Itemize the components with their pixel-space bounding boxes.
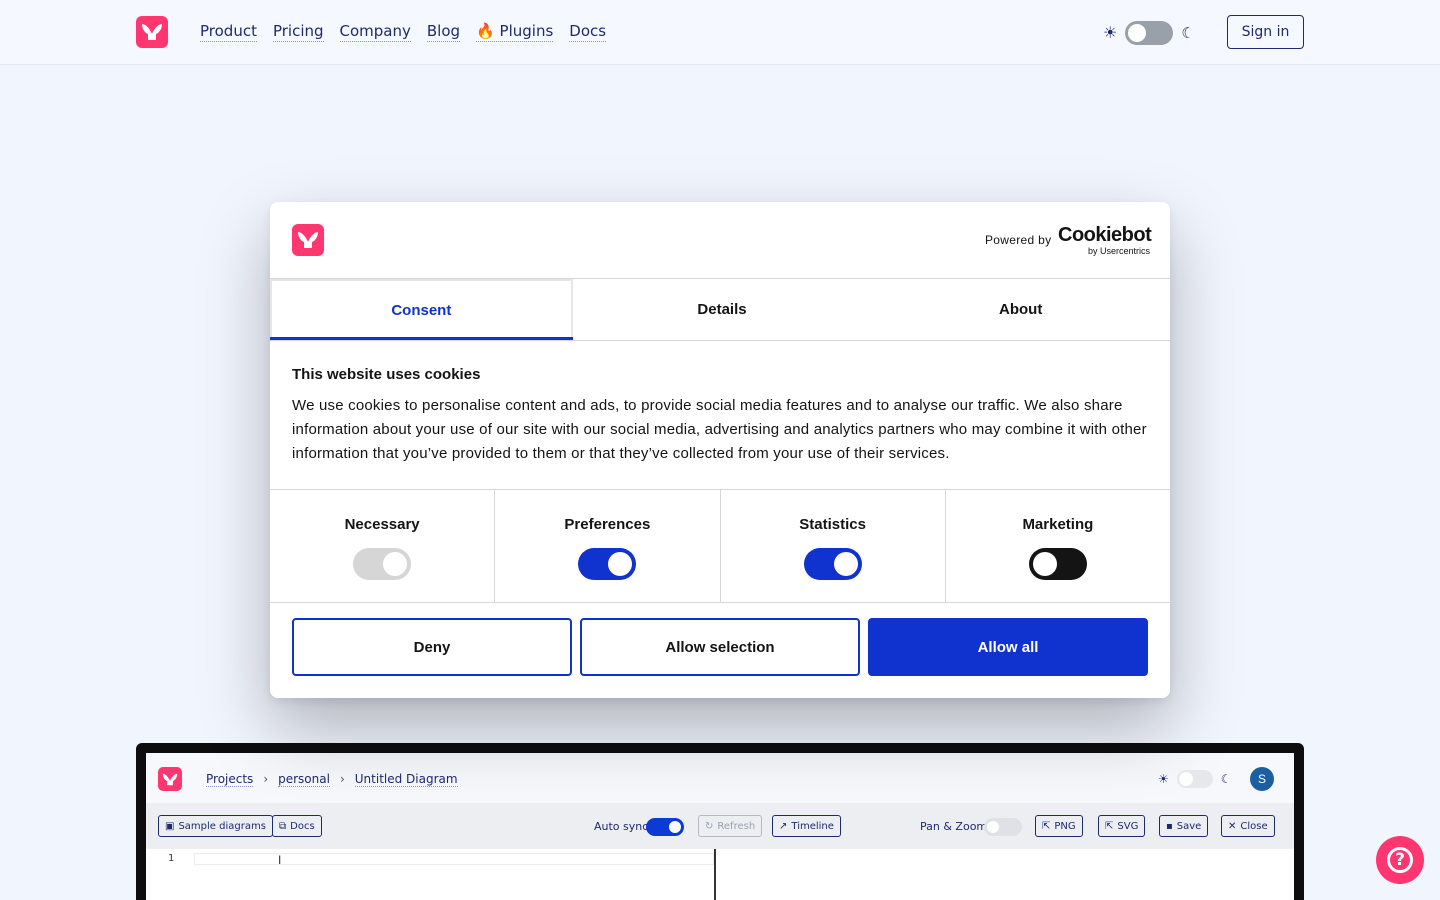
nav-link-docs[interactable]: Docs: [569, 22, 607, 42]
category-preferences: Preferences: [495, 490, 721, 602]
preferences-toggle[interactable]: [578, 548, 637, 580]
cookiebot-brand-sub: by Usercentrics: [1087, 246, 1150, 256]
pan-zoom-label: Pan & Zoom: [920, 820, 988, 833]
svg-button[interactable]: ⇱ SVG: [1098, 815, 1146, 837]
sample-diagrams-label: Sample diagrams: [178, 820, 266, 832]
breadcrumb-diagram[interactable]: Untitled Diagram: [354, 772, 458, 787]
sample-diagrams-button[interactable]: ▣ Sample diagrams: [158, 815, 273, 837]
tab-about[interactable]: About: [871, 279, 1170, 340]
dialog-actions: Deny Allow selection Allow all: [292, 618, 1148, 676]
mermaid-logo-icon: [298, 232, 318, 248]
cookie-consent-dialog: Powered by Cookiebot by Usercentrics Con…: [270, 202, 1170, 698]
png-button[interactable]: ⇱ PNG: [1035, 815, 1083, 837]
preview-theme-toggle[interactable]: [1176, 770, 1213, 788]
allow-selection-button[interactable]: Allow selection: [580, 618, 860, 676]
deny-button[interactable]: Deny: [292, 618, 572, 676]
category-marketing: Marketing: [946, 490, 1170, 602]
close-button[interactable]: ✕ Close: [1221, 815, 1275, 837]
preview-logo: [158, 767, 182, 791]
theme-toggle[interactable]: [1125, 21, 1174, 45]
preview-header: Projects › personal › Untitled Diagram ☀…: [146, 753, 1294, 803]
marketing-toggle[interactable]: [1028, 548, 1087, 580]
dialog-description: We use cookies to personalise content an…: [292, 397, 1147, 462]
nav-link-company[interactable]: Company: [339, 22, 411, 42]
editor-preview: Projects › personal › Untitled Diagram ☀…: [136, 743, 1304, 900]
cookiebot-logo[interactable]: Cookiebot by Usercentrics: [1058, 224, 1152, 256]
export-icon: ⇱: [1042, 820, 1051, 832]
save-icon: ▪: [1166, 820, 1173, 832]
dialog-title: This website uses cookies: [292, 366, 481, 383]
pan-zoom-toggle[interactable]: [984, 818, 1022, 836]
code-editor[interactable]: 1 I: [146, 849, 716, 900]
auto-sync-toggle[interactable]: [646, 818, 684, 836]
cookie-categories: Necessary Preferences Statistics Marketi…: [270, 489, 1170, 603]
nav-link-pricing[interactable]: Pricing: [272, 22, 324, 42]
site-logo: [292, 224, 324, 256]
nav-link-product[interactable]: Product: [200, 22, 257, 42]
mermaid-logo-icon: [142, 24, 162, 40]
cookiebot-brand-name: Cookiebot: [1058, 224, 1152, 246]
allow-all-button[interactable]: Allow all: [868, 618, 1148, 676]
sun-icon: ☀: [1158, 772, 1169, 786]
top-nav: Product Pricing Company Blog 🔥 Plugins D…: [0, 0, 1440, 65]
fire-icon: 🔥: [476, 22, 495, 40]
refresh-button[interactable]: ↻ Refresh: [698, 815, 763, 837]
editor-line[interactable]: [194, 853, 714, 865]
save-button[interactable]: ▪ Save: [1159, 815, 1209, 837]
category-label: Necessary: [344, 516, 420, 533]
sign-in-button[interactable]: Sign in: [1227, 15, 1304, 49]
tab-consent[interactable]: Consent: [270, 279, 573, 340]
close-label: Close: [1240, 820, 1268, 832]
nav-link-plugins-label: Plugins: [499, 22, 554, 40]
category-statistics: Statistics: [721, 490, 946, 602]
close-icon: ✕: [1228, 820, 1237, 832]
export-icon: ⇱: [1105, 820, 1114, 832]
png-label: PNG: [1054, 820, 1076, 832]
mermaid-logo[interactable]: [136, 16, 168, 48]
svg-label: SVG: [1117, 820, 1139, 832]
moon-icon: ☾: [1220, 772, 1232, 786]
line-number: 1: [168, 853, 175, 864]
breadcrumb-projects[interactable]: Projects: [206, 772, 254, 787]
theme-switcher: ☀ ☾: [1103, 21, 1195, 45]
text-cursor-icon: I: [278, 853, 282, 867]
timeline-label: Timeline: [791, 820, 834, 832]
sun-icon: ☀: [1103, 25, 1118, 42]
preview-toolbar: ▣ Sample diagrams ⧉ Docs Auto sync ↻ Refres…: [146, 803, 1294, 849]
necessary-toggle: [353, 548, 412, 580]
save-label: Save: [1176, 820, 1202, 832]
refresh-label: Refresh: [717, 820, 756, 832]
auto-sync-label: Auto sync: [594, 820, 649, 833]
docs-button[interactable]: ⧉ Docs: [272, 815, 322, 837]
nav-link-plugins[interactable]: 🔥 Plugins: [476, 22, 554, 42]
category-label: Preferences: [564, 516, 651, 533]
external-link-icon: ⧉: [279, 820, 287, 832]
refresh-icon: ↻: [705, 820, 714, 832]
trend-icon: ↗: [779, 820, 788, 832]
docs-label: Docs: [290, 820, 315, 832]
category-label: Statistics: [799, 516, 866, 533]
gallery-icon: ▣: [165, 820, 175, 832]
nav-links: Product Pricing Company Blog 🔥 Plugins D…: [200, 22, 607, 42]
chevron-right-icon: ›: [339, 772, 345, 786]
dialog-header: Powered by Cookiebot by Usercentrics: [270, 202, 1170, 279]
statistics-toggle[interactable]: [803, 548, 862, 580]
mermaid-logo-icon: [162, 773, 178, 785]
nav-link-blog[interactable]: Blog: [426, 22, 461, 42]
question-icon: ?: [1387, 847, 1413, 873]
dialog-tabs: Consent Details About: [270, 279, 1170, 341]
breadcrumb-personal[interactable]: personal: [278, 772, 330, 787]
tab-details[interactable]: Details: [573, 279, 872, 340]
chevron-right-icon: ›: [263, 772, 269, 786]
editor-preview-screen: Projects › personal › Untitled Diagram ☀…: [146, 753, 1294, 900]
preview-theme-switcher: ☀ ☾: [1158, 770, 1232, 788]
category-necessary: Necessary: [270, 490, 496, 602]
timeline-button[interactable]: ↗ Timeline: [772, 815, 841, 837]
powered-by-label: Powered by: [985, 233, 1052, 247]
moon-icon: ☾: [1181, 25, 1195, 42]
help-button[interactable]: ?: [1376, 836, 1424, 884]
avatar[interactable]: S: [1250, 767, 1274, 791]
category-label: Marketing: [1022, 516, 1094, 533]
breadcrumb: Projects › personal › Untitled Diagram: [206, 772, 458, 787]
